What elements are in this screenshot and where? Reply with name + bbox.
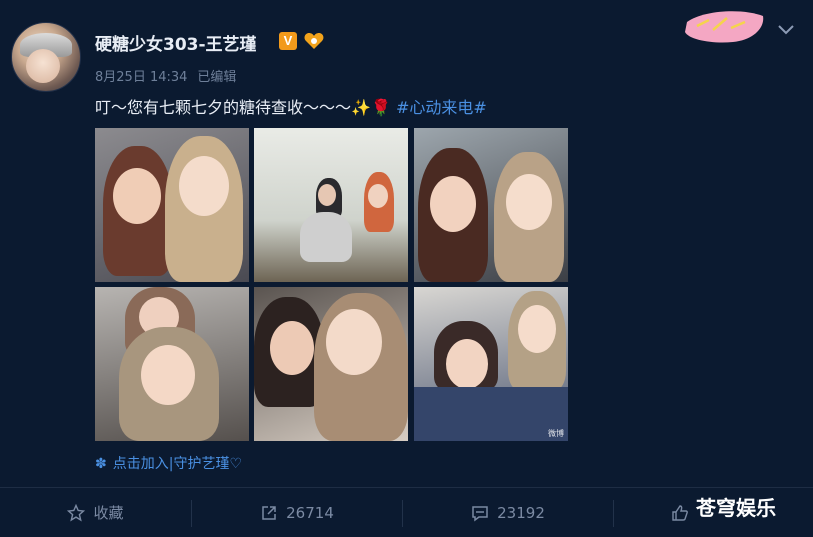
post-text: 叮～您有七颗七夕的糖待查收～～～✨🌹 #心动来电# bbox=[95, 94, 487, 118]
favorite-label: 收藏 bbox=[93, 504, 124, 522]
chevron-down-icon[interactable] bbox=[776, 22, 796, 36]
photo-4[interactable] bbox=[95, 287, 249, 441]
comment-count: 23192 bbox=[497, 503, 545, 522]
like-button[interactable] bbox=[660, 488, 700, 537]
sparkle-icon: ✨🌹 bbox=[351, 98, 391, 117]
repost-button[interactable]: 26714 bbox=[192, 488, 402, 537]
post-meta: 8月25日 14:34 已编辑 bbox=[95, 66, 236, 85]
post-body: 叮～您有七颗七夕的糖待查收～～～ bbox=[95, 98, 352, 117]
thumbs-up-icon bbox=[672, 504, 688, 521]
star-icon bbox=[67, 503, 86, 521]
favorite-button[interactable]: 收藏 bbox=[0, 488, 191, 537]
photo-grid: 微博 bbox=[95, 128, 568, 441]
photo-5[interactable] bbox=[254, 287, 408, 441]
action-bar: 收藏 26714 23192 bbox=[0, 487, 813, 537]
post-timestamp[interactable]: 8月25日 14:34 bbox=[95, 70, 187, 85]
comment-button[interactable]: 23192 bbox=[403, 488, 613, 537]
edited-label: 已编辑 bbox=[197, 70, 237, 85]
source-watermark: 苍穹娱乐 bbox=[696, 496, 776, 520]
photo-1[interactable] bbox=[95, 128, 249, 282]
photo-6[interactable]: 微博 bbox=[414, 287, 568, 441]
verified-icon: V bbox=[279, 32, 297, 50]
decorative-stamp-icon bbox=[685, 11, 764, 43]
photo-watermark: 微博 bbox=[548, 429, 564, 438]
photo-2[interactable] bbox=[254, 128, 408, 282]
fanclub-label: 点击加入|守护艺瑾♡ bbox=[112, 456, 243, 472]
repost-count: 26714 bbox=[286, 503, 334, 522]
author-name[interactable]: 硬糖少女303-王艺瑾 bbox=[95, 30, 257, 55]
author-avatar[interactable] bbox=[11, 22, 81, 92]
heart-badge-icon bbox=[304, 33, 324, 49]
repost-icon bbox=[262, 505, 276, 520]
flower-icon: ✽ bbox=[95, 456, 107, 472]
fanclub-link[interactable]: ✽ 点击加入|守护艺瑾♡ bbox=[95, 453, 242, 473]
hashtag-link[interactable]: #心动来电# bbox=[396, 98, 487, 117]
action-divider bbox=[613, 500, 614, 527]
comment-icon bbox=[472, 505, 488, 521]
photo-3[interactable] bbox=[414, 128, 568, 282]
